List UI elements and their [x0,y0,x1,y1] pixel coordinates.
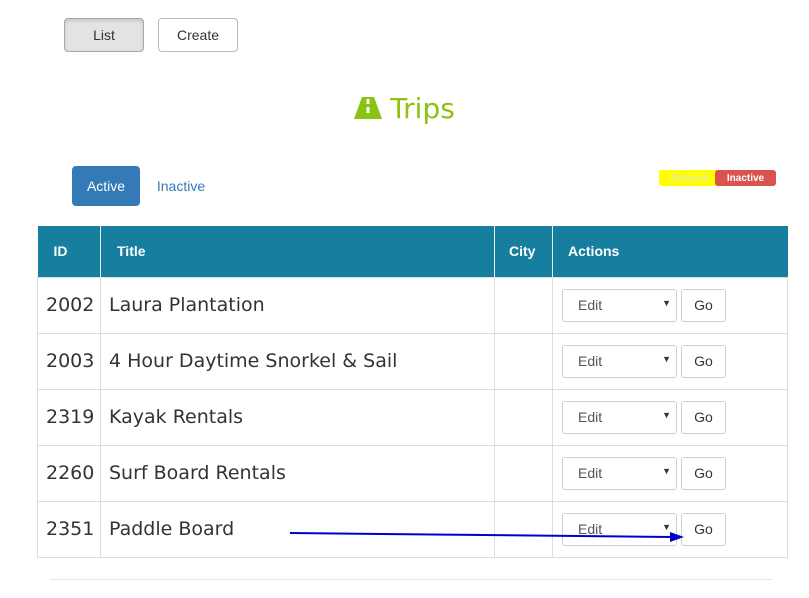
table-row: 2002 Laura Plantation Edit ▼ Go [37,276,788,334]
cell-id: 2319 [37,388,101,446]
tab-inactive[interactable]: Inactive [148,166,214,206]
cell-title: 4 Hour Daytime Snorkel & Sail [100,332,495,390]
cell-city [494,388,553,446]
chevron-down-icon: ▼ [662,353,671,364]
action-select[interactable]: Edit ▼ [562,456,677,490]
column-header-title[interactable]: Title [100,226,495,277]
cell-id: 2002 [37,276,101,334]
go-button[interactable]: Go [681,512,726,546]
cell-city [494,500,553,558]
page-title-text: Trips [390,91,455,125]
chevron-down-icon: ▼ [662,297,671,308]
table-row: 2003 4 Hour Daytime Snorkel & Sail Edit ▼… [37,332,788,390]
go-button[interactable]: Go [681,344,726,378]
cell-actions: Edit ▼ Go [552,332,788,390]
chevron-down-icon: ▼ [662,465,671,476]
column-header-id[interactable]: ID [37,226,101,277]
cell-title: Paddle Board [100,500,495,558]
action-select[interactable]: Edit ▼ [562,512,677,546]
action-select-value: Edit [578,353,603,369]
table-row: 2260 Surf Board Rentals Edit ▼ Go [37,444,788,502]
action-select-value: Edit [578,521,603,537]
cell-title: Surf Board Rentals [100,444,495,502]
cell-city [494,332,553,390]
divider [50,579,772,580]
create-button[interactable]: Create [158,18,238,52]
action-select-value: Edit [578,465,603,481]
table-header-row: ID Title City Actions [37,226,788,277]
trips-table: ID Title City Actions 2002 Laura Plantat… [37,226,788,558]
column-header-city[interactable]: City [494,226,553,277]
cell-id: 2260 [37,444,101,502]
go-button[interactable]: Go [681,400,726,434]
list-button[interactable]: List [64,18,144,52]
legend-inactive-badge: Inactive [715,170,776,186]
action-select-value: Edit [578,297,603,313]
action-select[interactable]: Edit ▼ [562,288,677,322]
cell-city [494,276,553,334]
chevron-down-icon: ▼ [662,521,671,532]
table-row: 2351 Paddle Board Edit ▼ Go [37,500,788,558]
cell-actions: Edit ▼ Go [552,500,788,558]
go-button[interactable]: Go [681,456,726,490]
cell-title: Kayak Rentals [100,388,495,446]
cell-actions: Edit ▼ Go [552,444,788,502]
legend-delayed-badge: Delayed [659,170,721,186]
tab-active[interactable]: Active [72,166,140,206]
cell-id: 2003 [37,332,101,390]
cell-id: 2351 [37,500,101,558]
road-icon [354,97,383,119]
go-button[interactable]: Go [681,288,726,322]
cell-actions: Edit ▼ Go [552,388,788,446]
cell-actions: Edit ▼ Go [552,276,788,334]
chevron-down-icon: ▼ [662,409,671,420]
table-row: 2319 Kayak Rentals Edit ▼ Go [37,388,788,446]
action-select[interactable]: Edit ▼ [562,344,677,378]
page-title: Trips [0,88,809,128]
action-select[interactable]: Edit ▼ [562,400,677,434]
cell-city [494,444,553,502]
action-select-value: Edit [578,409,603,425]
column-header-actions: Actions [552,226,788,277]
cell-title: Laura Plantation [100,276,495,334]
